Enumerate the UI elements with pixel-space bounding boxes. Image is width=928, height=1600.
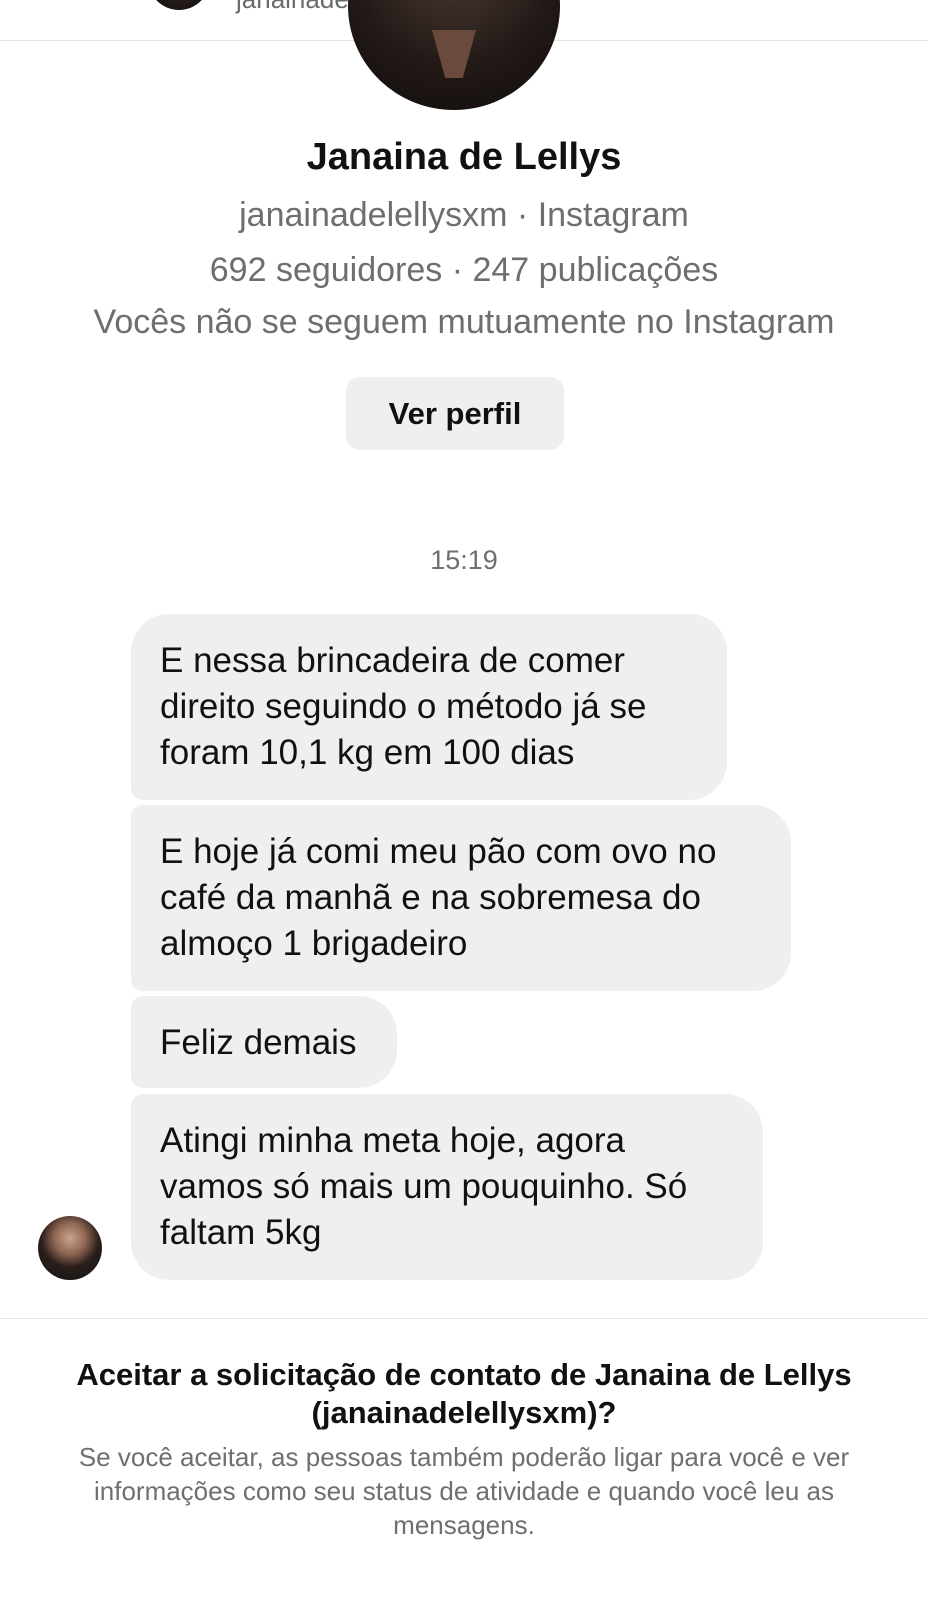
contact-request-title: Aceitar a solicitação de contato de Jana…: [76, 1357, 852, 1430]
profile-stats-line: 692 seguidores · 247 publicações: [209, 251, 719, 289]
view-profile-button[interactable]: Ver perfil: [346, 377, 564, 450]
profile-name: Janaina de Lellys: [306, 136, 622, 178]
message-bubble[interactable]: E nessa brincadeira de comer direito seg…: [131, 614, 727, 800]
message-bubble[interactable]: E hoje já comi meu pão com ovo no café d…: [131, 805, 791, 991]
header-avatar[interactable]: [148, 0, 210, 10]
message-timestamp: 15:19: [430, 545, 498, 575]
divider: [0, 1318, 928, 1319]
message-bubble[interactable]: Atingi minha meta hoje, agora vamos só m…: [131, 1094, 763, 1280]
message-bubble[interactable]: Feliz demais: [131, 996, 397, 1088]
profile-mutual-line: Vocês não se seguem mutuamente no Instag…: [93, 303, 835, 341]
sender-avatar[interactable]: [38, 1216, 102, 1280]
contact-request-description: Se você aceitar, as pessoas também poder…: [78, 1442, 850, 1540]
profile-handle-line: janainadelellysxm · Instagram: [239, 196, 689, 234]
profile-photo-detail: [432, 30, 476, 78]
profile-photo[interactable]: [348, 0, 560, 110]
